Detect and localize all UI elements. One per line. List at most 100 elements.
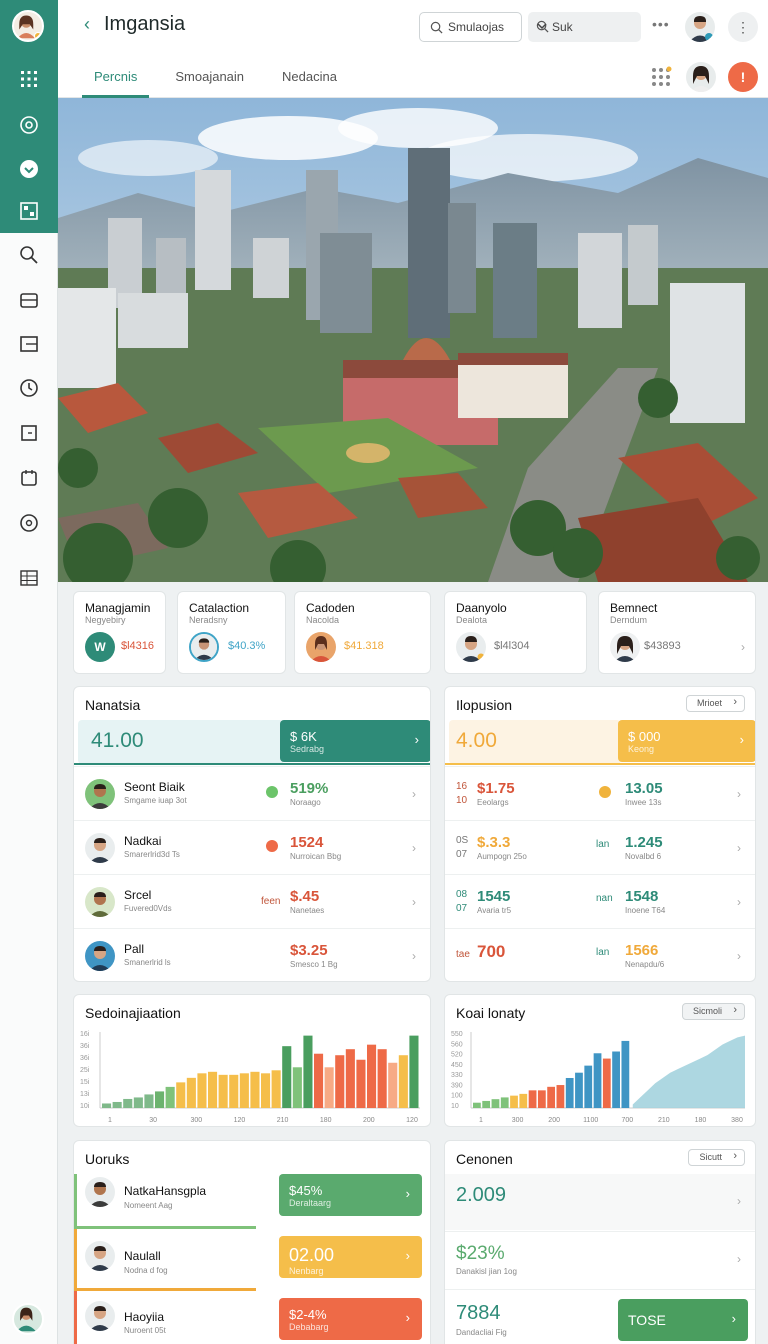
item-sub: Nodna d fog [124,1266,168,1275]
x-tick-label: 300 [190,1117,202,1124]
item-value-button[interactable]: $45% Deraltaarg › [279,1174,422,1216]
table-row[interactable]: 16 10 $1.75 Eeolargs 13.05 Inwee 13s › [445,766,755,820]
clock-icon[interactable] [17,376,41,400]
list-item[interactable]: 2.009 › [445,1174,755,1230]
account-avatar[interactable] [12,1303,44,1335]
list-item[interactable]: 7884 Dandacliai Fig TOSE › [445,1289,755,1344]
item-value-button[interactable]: 02.00 Nenbarg › [279,1236,422,1278]
profile-avatar[interactable] [685,12,715,42]
item-value: $23% [456,1243,505,1264]
chart-bar [197,1073,207,1108]
stat-card[interactable]: Bemnect Derndum $43893 › [598,591,756,674]
filter-select[interactable]: Suk [528,12,641,42]
x-tick-label: 180 [320,1117,332,1124]
stat-value: $41.318 [344,640,384,652]
calendar-icon[interactable] [17,466,41,490]
highlight-sub: Sedrabg [290,744,325,754]
chevron-right-icon: › [737,841,741,855]
layout-icon[interactable] [17,332,41,356]
item-sub: Dandacliai Fig [456,1328,507,1337]
stat-sub: Negyebiry [85,615,126,625]
table-row[interactable]: Srcel Fuvered0Vds feen $.45 Nanetaes › [74,874,430,928]
chart-bar [409,1035,419,1108]
inbox-icon[interactable] [17,288,41,312]
back-chevron-icon[interactable]: ‹ [84,14,90,35]
item-value-sub: Deraltaarg [289,1198,332,1208]
table-row[interactable]: Pall Smanerlrid ls $3.25 Smesco 1 Bg › [74,928,430,981]
item-value: $45% [289,1183,323,1198]
row-avatar [85,779,115,809]
user-avatar[interactable] [12,10,44,42]
chart-bar [176,1082,186,1108]
circle-icon[interactable] [17,113,41,137]
row-value: 13.05 [625,780,663,797]
item-avatar [85,1177,115,1207]
panel-title: Uoruks [85,1151,130,1167]
accent-bar [74,1291,77,1344]
chevron-right-icon: › [737,895,741,909]
stat-card[interactable]: Catalaction Neradsny $40.3% [177,591,286,674]
y-tick-label: 36i [80,1055,90,1062]
more-icon[interactable]: ••• [652,16,670,32]
chart-panel-right: Koai lonaty Sicmoli 550 560 520 450 330 390 10… [444,994,756,1127]
tose-button[interactable]: TOSE › [618,1299,748,1341]
dashboard-icon[interactable] [17,199,41,223]
stat-card[interactable]: Managjamin Negyebiry W $l4316 [73,591,166,674]
y-tick-label: 560 [451,1041,463,1048]
target-icon[interactable] [17,511,41,535]
chart-bar [102,1103,112,1108]
stat-card[interactable]: Daanyolo Dealota $l4l304 [444,591,587,674]
table-row[interactable]: Nadkai Smarerlrid3d Ts 1524 Nurroican Bb… [74,820,430,874]
panel-action-button[interactable]: Mrioet [685,695,745,712]
app-window: { "app": {"title": "Imgansia"}, "header"… [0,0,768,1344]
stat-title: Daanyolo [456,601,507,615]
alert-button[interactable]: ! [728,62,758,92]
row-tag: nan [596,893,613,904]
uoruks-panel: Uoruks NatkaHansgpla Nomeent Aag $45% De… [73,1140,431,1344]
kebab-menu-icon[interactable]: ⋮ [728,12,758,42]
chart-bar [612,1051,620,1108]
item-value-button[interactable]: $2-4% Debabarg › [279,1298,422,1340]
table-row[interactable]: Seont Biaik Smgame iuap 3ot 519% Noraago… [74,766,430,820]
panel-title: Nanatsia [85,697,141,713]
chart-bar [282,1046,292,1108]
panel-title: Ilopusion [456,697,513,713]
chart-bar [239,1073,249,1108]
x-tick-label: 120 [234,1117,246,1124]
document-icon[interactable] [17,421,41,445]
item-name: NatkaHansgpla [124,1184,207,1198]
tab-nedacina[interactable]: Nedacina [270,60,349,98]
status-dot [599,786,611,798]
table-row[interactable]: 0S 07 $.3.3 Aumpogn 25o lan 1.245 Novalb… [445,820,755,874]
table-row[interactable]: 08 07 1545 Avaria tr5 nan 1548 Inoene T6… [445,874,755,928]
search-box[interactable]: Smulaojas [419,12,522,42]
chevron-down-icon [537,23,547,30]
panel-action-button[interactable]: Sicutt [688,1149,745,1166]
chevron-right-icon: › [737,787,741,801]
tab-bar: Percnis Smoajanain Nedacina [82,60,363,98]
tab-percnis[interactable]: Percnis [82,60,150,98]
chart-bar [519,1093,528,1108]
chart-bar [229,1074,239,1108]
x-tick-label: 200 [548,1117,560,1124]
summary-highlight-button[interactable]: $ 6K Sedrabg › [280,720,430,762]
list-item[interactable]: $23% Danakisl jian 1og › [445,1231,755,1289]
table-icon[interactable] [17,566,41,590]
apps-grid-icon[interactable] [17,67,41,91]
chart-bar [218,1074,228,1108]
stat-sub: Nacolda [306,615,340,625]
search-icon[interactable] [17,243,41,267]
check-circle-icon[interactable] [17,157,41,181]
tose-label: TOSE [628,1312,666,1328]
apps-grid-icon[interactable] [650,66,672,88]
stat-card[interactable]: Cadoden Nacolda $41.318 [294,591,431,674]
tab-smoajanain[interactable]: Smoajanain [163,60,256,98]
summary-highlight-button[interactable]: $ 000 Keong › [618,720,755,762]
secondary-avatar[interactable] [686,62,716,92]
chart-action-button[interactable]: Sicmoli [681,1003,745,1020]
divider [445,763,755,765]
table-row[interactable]: tae 700 lan 1566 Nenapdu/6 › [445,928,755,981]
chart-bar [314,1053,324,1108]
cenonen-panel: Cenonen Sicutt 2.009 › $23% Danakisl jia… [444,1140,756,1344]
row-prefix: 16 [456,781,468,792]
